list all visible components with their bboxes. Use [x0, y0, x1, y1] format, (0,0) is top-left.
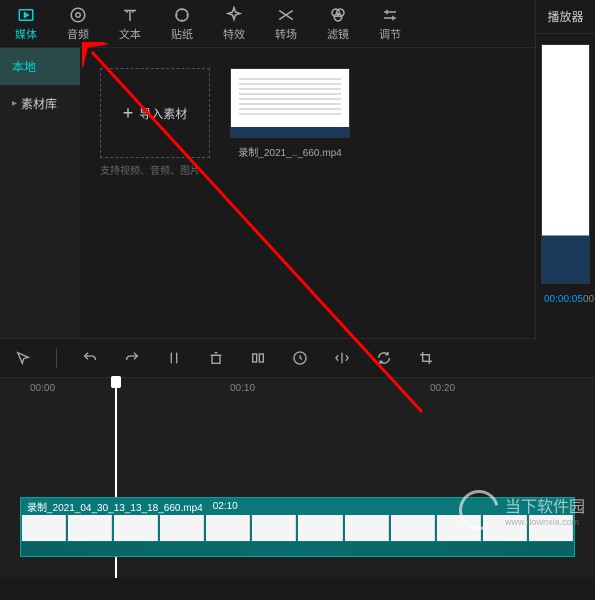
sidebar-item-library[interactable]: ▸ 素材库 [0, 85, 80, 122]
mirror-button[interactable] [333, 349, 351, 367]
tab-transition[interactable]: 转场 [260, 0, 312, 47]
sidebar: 本地 ▸ 素材库 [0, 48, 80, 338]
sidebar-item-local[interactable]: 本地 [0, 48, 80, 85]
chevron-right-icon: ▸ [12, 98, 17, 109]
rotate-button[interactable] [375, 349, 393, 367]
timeline-toolbar [0, 338, 595, 378]
player-panel: 播放器 00:00:05 00 [535, 0, 595, 340]
filter-icon [329, 6, 347, 24]
import-button[interactable]: +导入素材 [100, 68, 210, 158]
effect-icon [225, 6, 243, 24]
watermark-url: www.downxia.com [505, 517, 585, 527]
player-timecode: 00:00:05 00 [536, 294, 595, 305]
tab-sticker[interactable]: 贴纸 [156, 0, 208, 47]
clip-filename: 录制_2021_04_30_13_13_18_660.mp4 [27, 499, 203, 514]
redo-button[interactable] [123, 349, 141, 367]
tab-effect[interactable]: 特效 [208, 0, 260, 47]
top-tabs: 媒体 音频 文本 贴纸 特效 转场 滤镜 调节 [0, 0, 595, 48]
time-total: 00 [583, 294, 594, 305]
split-button[interactable] [165, 349, 183, 367]
import-subtitle: 支持视频、音频、图片 [100, 162, 210, 177]
ruler-tick: 00:20 [430, 383, 455, 394]
watermark: 当下软件园 www.downxia.com [459, 490, 585, 530]
clip-duration: 02:10 [213, 501, 238, 512]
crop-button[interactable] [417, 349, 435, 367]
ruler-tick: 00:00 [30, 383, 55, 394]
tab-filter[interactable]: 滤镜 [312, 0, 364, 47]
media-panel: +导入素材 支持视频、音频、图片 录制_2021_.._660.mp4 [80, 48, 595, 338]
player-title: 播放器 [536, 0, 595, 34]
media-icon [17, 6, 35, 24]
media-item[interactable]: 录制_2021_.._660.mp4 [230, 68, 350, 159]
timeline: 00:00 00:10 00:20 录制_2021_04_30_13_13_18… [0, 378, 595, 578]
ruler-tick: 00:10 [230, 383, 255, 394]
media-filename: 录制_2021_.._660.mp4 [230, 144, 350, 159]
import-container: +导入素材 支持视频、音频、图片 [100, 68, 210, 177]
audio-icon [69, 6, 87, 24]
time-current: 00:00:05 [544, 294, 583, 305]
watermark-title: 当下软件园 [505, 493, 585, 517]
player-preview[interactable] [541, 44, 590, 284]
adjust-icon [381, 6, 399, 24]
tab-text[interactable]: 文本 [104, 0, 156, 47]
media-thumbnail [230, 68, 350, 138]
delete-button[interactable] [207, 349, 225, 367]
freeze-button[interactable] [249, 349, 267, 367]
timeline-ruler[interactable]: 00:00 00:10 00:20 [0, 378, 595, 402]
main-area: 本地 ▸ 素材库 +导入素材 支持视频、音频、图片 录制_2021_.._660… [0, 48, 595, 338]
tab-audio[interactable]: 音频 [52, 0, 104, 47]
undo-button[interactable] [81, 349, 99, 367]
plus-icon: + [123, 103, 134, 124]
track-area[interactable]: 录制_2021_04_30_13_13_18_660.mp4 02:10 [0, 402, 595, 567]
sticker-icon [173, 6, 191, 24]
tab-media[interactable]: 媒体 [0, 0, 52, 47]
transition-icon [277, 6, 295, 24]
text-icon [121, 6, 139, 24]
clip-audio-waveform [21, 542, 574, 556]
tab-adjust[interactable]: 调节 [364, 0, 416, 47]
divider [56, 348, 57, 368]
speed-button[interactable] [291, 349, 309, 367]
select-tool[interactable] [14, 349, 32, 367]
watermark-logo-icon [452, 483, 507, 538]
